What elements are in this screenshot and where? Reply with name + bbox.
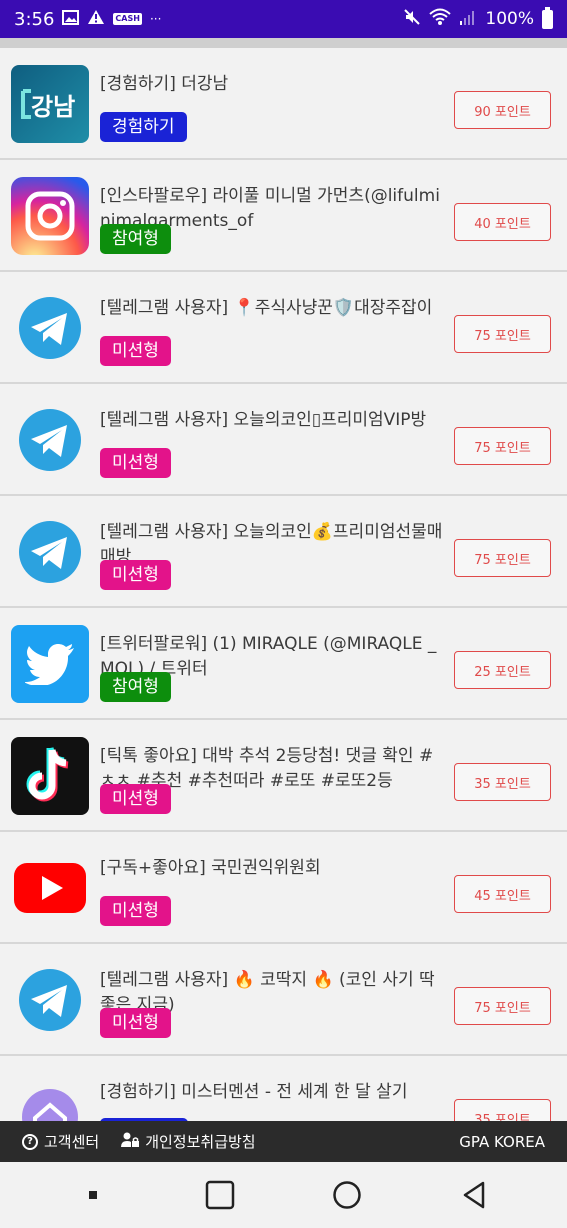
offer-list[interactable]: 강남 [경험하기] 더강남 경험하기 90 포인트 [인스타팔로우] 라이풀 미…	[0, 48, 567, 1121]
status-bar: 3:56 CASH ··· 100%	[0, 0, 567, 38]
telegram-icon	[11, 961, 89, 1039]
list-item[interactable]: [틱톡 좋아요] 대박 추석 2등당첨! 댓글 확인 #ㅊㅊ #추천 #추천떠라…	[0, 720, 567, 832]
back-button[interactable]	[454, 1175, 494, 1215]
more-notifications-icon: ···	[149, 12, 162, 26]
telegram-icon	[11, 513, 89, 591]
telegram-icon	[11, 401, 89, 479]
tag-mission: 미션형	[100, 448, 171, 478]
wifi-icon	[429, 8, 452, 31]
tag-mission: 미션형	[100, 336, 171, 366]
points-button[interactable]: 25 포인트	[454, 651, 551, 689]
status-time: 3:56	[14, 8, 55, 30]
item-title: [경험하기] 미스터멘션 - 전 세계 한 달 살기	[100, 1082, 408, 1102]
list-item[interactable]: 강남 [경험하기] 더강남 경험하기 90 포인트	[0, 48, 567, 160]
tag-experience: 경험하기	[100, 112, 187, 142]
item-title: [텔레그램 사용자] 📍주식사냥꾼🛡️대장주잡이	[100, 298, 433, 318]
system-navigation-bar	[0, 1162, 567, 1228]
user-lock-icon	[121, 1132, 140, 1152]
points-button[interactable]: 90 포인트	[454, 91, 551, 129]
list-item[interactable]: [인스타팔로우] 라이풀 미니멀 가먼츠(@lifulminimalgarmen…	[0, 160, 567, 272]
points-button[interactable]: 35 포인트	[454, 1099, 551, 1121]
tag-mission: 미션형	[100, 560, 171, 590]
points-button[interactable]: 75 포인트	[454, 539, 551, 577]
list-item[interactable]: [텔레그램 사용자] 오늘의코인💰프리미엄선물매매방 미션형 75 포인트	[0, 496, 567, 608]
list-item[interactable]: [텔레그램 사용자] 오늘의코인▯프리미엄VIP방 미션형 75 포인트	[0, 384, 567, 496]
item-title: [구독+좋아요] 국민권익위원회	[100, 858, 321, 878]
item-title: [텔레그램 사용자] 오늘의코인▯프리미엄VIP방	[100, 410, 427, 430]
home-button[interactable]	[327, 1175, 367, 1215]
points-button[interactable]: 75 포인트	[454, 987, 551, 1025]
points-button[interactable]: 40 포인트	[454, 203, 551, 241]
square-nav-button[interactable]	[200, 1175, 240, 1215]
battery-percentage: 100%	[485, 9, 534, 29]
tiktok-icon	[11, 737, 89, 815]
list-item[interactable]: [텔레그램 사용자] 📍주식사냥꾼🛡️대장주잡이 미션형 75 포인트	[0, 272, 567, 384]
privacy-link[interactable]: 개인정보취급방침	[121, 1131, 256, 1152]
tag-participation: 참여형	[100, 224, 171, 254]
list-item[interactable]: [텔레그램 사용자] 🔥 코딱지 🔥 (코인 사기 딱 좋은 지금) 미션형 7…	[0, 944, 567, 1056]
instagram-icon	[11, 177, 89, 255]
brand-label: GPA KOREA	[459, 1132, 545, 1151]
cash-notification-icon: CASH	[113, 13, 142, 25]
support-link[interactable]: ? 고객센터	[22, 1131, 99, 1152]
list-item[interactable]: [트위터팔로워] (1) MIRAQLE (@MIRAQLE _MQL) / 트…	[0, 608, 567, 720]
mute-icon	[403, 8, 421, 31]
recent-apps-button[interactable]	[73, 1175, 113, 1215]
house-icon	[11, 1078, 89, 1121]
gangnam-app-icon: 강남	[11, 65, 89, 143]
tag-mission: 미션형	[100, 784, 171, 814]
battery-icon	[542, 6, 553, 29]
list-item[interactable]: [경험하기] 미스터멘션 - 전 세계 한 달 살기 35 포인트	[0, 1056, 567, 1121]
points-button[interactable]: 75 포인트	[454, 315, 551, 353]
item-title: [경험하기] 더강남	[100, 74, 229, 94]
image-notification-icon	[62, 9, 80, 29]
telegram-icon	[11, 289, 89, 367]
youtube-icon	[11, 849, 89, 927]
points-button[interactable]: 75 포인트	[454, 427, 551, 465]
svg-text:강남: 강남	[31, 93, 75, 121]
signal-icon	[459, 8, 477, 31]
points-button[interactable]: 35 포인트	[454, 763, 551, 801]
points-button[interactable]: 45 포인트	[454, 875, 551, 913]
header-shadow	[0, 38, 567, 48]
privacy-label: 개인정보취급방침	[145, 1133, 256, 1151]
twitter-icon	[11, 625, 89, 703]
tag-mission: 미션형	[100, 896, 171, 926]
tag-participation: 참여형	[100, 672, 171, 702]
help-icon: ?	[22, 1133, 38, 1150]
list-item[interactable]: [구독+좋아요] 국민권익위원회 미션형 45 포인트	[0, 832, 567, 944]
footer-bar: ? 고객센터 개인정보취급방침 GPA KOREA	[0, 1121, 567, 1162]
support-label: 고객센터	[44, 1133, 100, 1151]
tag-mission: 미션형	[100, 1008, 171, 1038]
warning-icon	[87, 9, 105, 29]
